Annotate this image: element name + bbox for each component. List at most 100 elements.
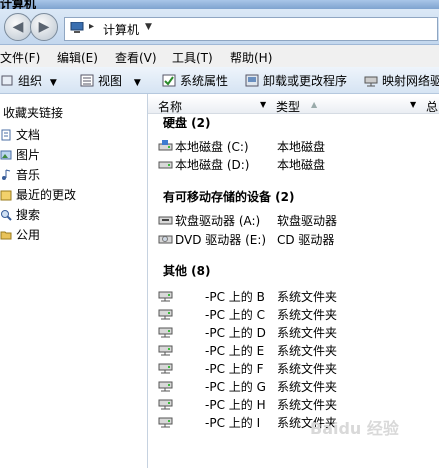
pictures-icon <box>0 150 12 160</box>
organize-button[interactable]: 组织 ▼ <box>0 72 57 89</box>
network-folder-row[interactable]: -PC 上的 H 系统文件夹 <box>158 396 438 412</box>
item-type: CD 驱动器 <box>277 233 335 247</box>
network-folder-row[interactable]: -PC 上的 F 系统文件夹 <box>158 360 438 376</box>
chevron-down-icon[interactable]: ▼ <box>145 22 152 32</box>
chevron-down-icon: ▼ <box>49 78 57 88</box>
item-type: 系统文件夹 <box>277 308 338 322</box>
system-properties-button[interactable]: 系统属性 <box>162 72 228 89</box>
address-bar-area: ◀ ▶ ▸ 计算机 ▼ <box>0 9 439 45</box>
network-folder-row[interactable]: -PC 上的 C 系统文件夹 <box>158 306 438 322</box>
music-icon <box>2 169 11 180</box>
item-name: -PC 上的 E <box>205 344 265 358</box>
network-drive-icon <box>158 399 173 410</box>
network-drive-icon <box>158 417 173 428</box>
menu-file[interactable]: 文件(F) <box>0 49 40 66</box>
nav-item-documents[interactable]: 文档 <box>0 126 40 143</box>
map-network-drive-button[interactable]: 映射网络驱 <box>364 72 439 89</box>
item-type: 系统文件夹 <box>277 398 338 412</box>
hard-disk-icon <box>158 140 173 151</box>
item-type: 本地磁盘 <box>277 140 326 154</box>
item-type: 系统文件夹 <box>277 326 338 340</box>
nav-item-search[interactable]: 搜索 <box>0 206 40 223</box>
views-label: 视图 <box>98 74 123 88</box>
chevron-down-icon[interactable]: ▼ <box>260 100 266 109</box>
item-type: 系统文件夹 <box>277 362 338 376</box>
item-name: 本地磁盘 (D:) <box>175 158 250 172</box>
breadcrumb-computer[interactable]: 计算机 <box>103 21 139 38</box>
nav-item-label: 公用 <box>16 228 41 242</box>
search-icon <box>1 210 12 221</box>
item-name: 本地磁盘 (C:) <box>175 140 249 154</box>
title-bar: 计算机 <box>0 0 439 9</box>
network-folder-row[interactable]: -PC 上的 B 系统文件夹 <box>158 288 438 304</box>
menu-help[interactable]: 帮助(H) <box>230 49 272 66</box>
item-type: 软盘驱动器 <box>277 214 338 228</box>
item-name: -PC 上的 F <box>205 362 264 376</box>
navigation-pane: 收藏夹链接 文档 图片 音乐 最近的更改 搜索 公用 <box>0 94 148 468</box>
group-other: 其他 (8) <box>163 264 211 278</box>
nav-item-label: 图片 <box>16 148 41 162</box>
command-bar: 组织 ▼ 视图 ▼ 系统属性 卸载或更改程序 映射网络驱 <box>0 67 439 94</box>
network-drive-icon <box>158 327 173 338</box>
drive-row[interactable]: 本地磁盘 (C:) 本地磁盘 <box>158 138 438 154</box>
views-icon <box>80 74 94 87</box>
nav-item-music[interactable]: 音乐 <box>0 166 40 183</box>
uninstall-button[interactable]: 卸载或更改程序 <box>245 72 347 89</box>
uninstall-icon <box>245 74 259 87</box>
nav-item-recently-changed[interactable]: 最近的更改 <box>0 186 76 203</box>
item-type: 系统文件夹 <box>277 344 338 358</box>
computer-icon <box>70 22 84 33</box>
network-drive-icon <box>158 363 173 374</box>
chevron-down-icon[interactable]: ▼ <box>410 100 416 109</box>
item-type: 本地磁盘 <box>277 158 326 172</box>
column-header-total[interactable]: 总 <box>426 98 438 115</box>
network-drive-icon <box>158 345 173 356</box>
item-type: 系统文件夹 <box>277 290 338 304</box>
content-pane: 名称 ▼ 类型 ▲ ▼ 总 硬盘 (2) 本地磁盘 (C:) 本地磁盘 本地磁盘… <box>148 94 439 468</box>
drive-row[interactable]: 本地磁盘 (D:) 本地磁盘 <box>158 156 438 172</box>
back-arrow-icon: ◀ <box>12 19 24 35</box>
item-name: 软盘驱动器 (A:) <box>175 214 261 228</box>
drive-row[interactable]: 软盘驱动器 (A:) 软盘驱动器 <box>158 212 438 228</box>
item-name: DVD 驱动器 (E:) <box>175 233 267 247</box>
network-drive-icon <box>364 76 378 87</box>
system-properties-icon <box>162 74 176 87</box>
system-properties-label: 系统属性 <box>180 74 229 88</box>
recent-changes-icon <box>0 190 12 201</box>
watermark: Baidu 经验 <box>310 419 399 438</box>
dvd-drive-icon <box>158 235 173 244</box>
column-header-name[interactable]: 名称 <box>158 98 182 115</box>
drive-row[interactable]: DVD 驱动器 (E:) CD 驱动器 <box>158 231 438 247</box>
organize-icon <box>1 75 13 86</box>
folder-icon <box>0 231 12 240</box>
group-removable-storage: 有可移动存储的设备 (2) <box>163 190 295 204</box>
documents-icon <box>1 129 11 141</box>
column-header-bar: 名称 ▼ 类型 ▲ ▼ 总 <box>148 96 439 114</box>
item-name: -PC 上的 I <box>205 416 261 430</box>
address-box[interactable]: ▸ 计算机 ▼ <box>64 17 438 41</box>
window-title: 计算机 <box>0 0 37 9</box>
network-folder-row[interactable]: -PC 上的 G 系统文件夹 <box>158 378 438 394</box>
item-name: -PC 上的 C <box>205 308 265 322</box>
views-button[interactable]: 视图 ▼ <box>80 72 141 89</box>
floppy-drive-icon <box>158 216 173 225</box>
network-drive-icon <box>158 381 173 392</box>
nav-item-pictures[interactable]: 图片 <box>0 146 40 163</box>
nav-item-label: 音乐 <box>16 168 41 182</box>
breadcrumb-separator-icon: ▸ <box>89 21 95 32</box>
back-button[interactable]: ◀ <box>4 13 32 41</box>
menu-tools[interactable]: 工具(T) <box>172 49 213 66</box>
organize-label: 组织 <box>18 74 43 88</box>
network-folder-row[interactable]: -PC 上的 E 系统文件夹 <box>158 342 438 358</box>
uninstall-label: 卸载或更改程序 <box>263 74 348 88</box>
column-header-type[interactable]: 类型 <box>276 98 300 115</box>
forward-button[interactable]: ▶ <box>30 13 58 41</box>
group-hard-disks: 硬盘 (2) <box>163 116 211 130</box>
favorites-header: 收藏夹链接 <box>3 106 64 120</box>
map-network-drive-label: 映射网络驱 <box>382 74 439 88</box>
network-folder-row[interactable]: -PC 上的 D 系统文件夹 <box>158 324 438 340</box>
nav-item-public[interactable]: 公用 <box>0 226 40 243</box>
menu-edit[interactable]: 编辑(E) <box>57 49 98 66</box>
item-name: -PC 上的 G <box>205 380 266 394</box>
menu-view[interactable]: 查看(V) <box>115 49 157 66</box>
